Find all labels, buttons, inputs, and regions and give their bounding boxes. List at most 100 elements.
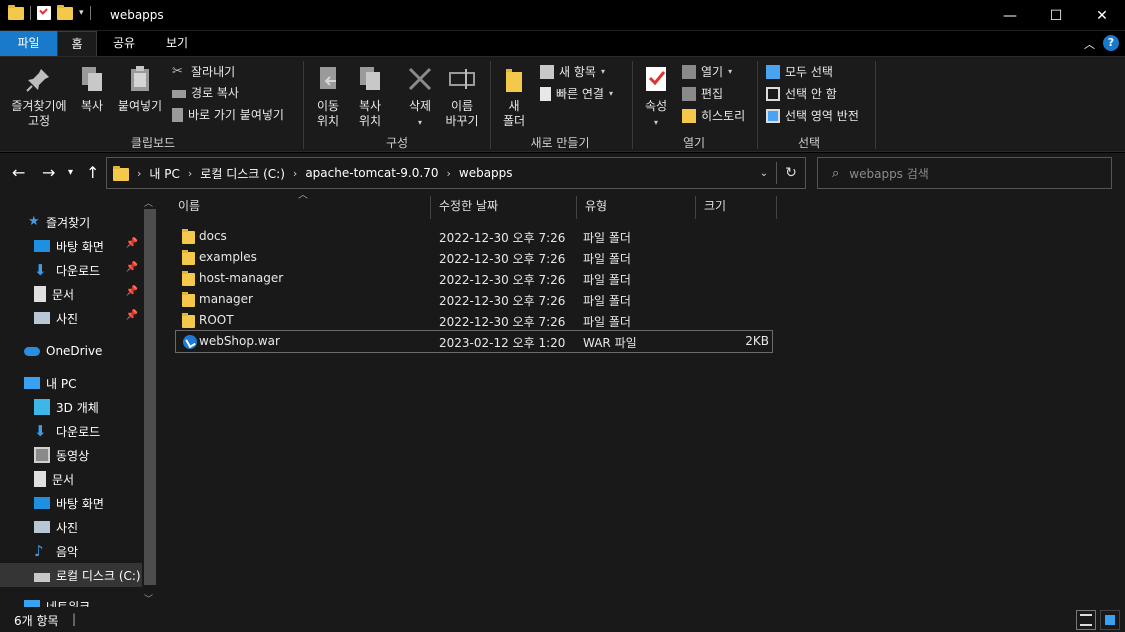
star-icon: ★ — [28, 214, 40, 229]
copy-button[interactable]: 복사 — [76, 63, 108, 114]
file-name: ROOT — [199, 313, 234, 327]
file-modified: 2022-12-30 오후 7:26 — [439, 315, 566, 329]
nav-quick-downloads[interactable]: ⬇ 다운로드 📌 — [0, 258, 142, 282]
clipboard-group-label: 클립보드 — [130, 136, 176, 150]
forward-button[interactable]: → — [42, 163, 55, 182]
move-to-button[interactable]: 이동 위치 — [310, 63, 346, 129]
file-row-root[interactable]: ROOT 2022-12-30 오후 7:26 파일 폴더 — [175, 310, 773, 331]
new-folder-qat-icon[interactable] — [57, 4, 73, 20]
help-icon[interactable]: ? — [1103, 35, 1119, 51]
folder-icon — [113, 166, 129, 181]
column-header-modified[interactable]: 수정한 날짜 — [431, 193, 576, 220]
details-view-button[interactable] — [1076, 610, 1096, 630]
file-name: manager — [199, 292, 253, 306]
tab-file[interactable]: 파일 — [0, 31, 57, 56]
close-button[interactable]: ✕ — [1079, 0, 1125, 31]
tab-view[interactable]: 보기 — [157, 31, 197, 56]
up-button[interactable]: ↑ — [86, 163, 99, 182]
nav-scrollbar[interactable]: ︿ ﹀ — [142, 193, 158, 607]
column-divider[interactable] — [776, 196, 777, 219]
nav-quick-pictures[interactable]: 사진 📌 — [0, 306, 142, 330]
pin-icon: 📌 — [125, 310, 138, 321]
tab-share[interactable]: 공유 — [104, 31, 144, 56]
nav-desktop[interactable]: 바탕 화면 — [0, 491, 142, 515]
address-bar[interactable]: › 내 PC › 로컬 디스크 (C:) › apache-tomcat-9.0… — [106, 157, 806, 189]
easy-access-button[interactable]: 빠른 연결 ▾ — [540, 85, 613, 102]
new-folder-button[interactable]: 새 폴더 — [496, 63, 532, 129]
paste-button[interactable]: 붙여넣기 — [114, 63, 166, 114]
minimize-button[interactable]: — — [987, 0, 1033, 31]
nav-3d-objects[interactable]: 3D 개체 — [0, 395, 142, 419]
properties-button[interactable]: 속성 ▾ — [638, 63, 674, 130]
properties-qat-icon[interactable] — [37, 6, 51, 20]
breadcrumb-local-disk[interactable]: 로컬 디스크 (C:) — [200, 165, 285, 182]
refresh-icon[interactable]: ↻ — [777, 165, 805, 181]
nav-music[interactable]: ♪ 음악 — [0, 539, 142, 563]
file-modified: 2023-02-12 오후 1:20 — [439, 336, 566, 350]
cut-button[interactable]: ✂ 잘라내기 — [172, 63, 235, 80]
item-count: 6개 항목 — [14, 614, 59, 628]
file-row-docs[interactable]: docs 2022-12-30 오후 7:26 파일 폴더 — [175, 226, 773, 247]
rename-icon — [446, 63, 478, 95]
nav-this-pc[interactable]: 내 PC — [0, 371, 142, 395]
large-icons-view-button[interactable] — [1100, 610, 1120, 630]
file-row-examples[interactable]: examples 2022-12-30 오후 7:26 파일 폴더 — [175, 247, 773, 268]
search-box[interactable]: ⌕ webapps 검색 — [817, 157, 1112, 189]
folder-icon — [182, 313, 195, 328]
customize-qat-dropdown-icon[interactable]: ▾ — [79, 8, 84, 18]
file-row-webshop-war[interactable]: webShop.war 2023-02-12 오후 1:20 WAR 파일 2K… — [175, 330, 773, 353]
copy-path-button[interactable]: 경로 복사 — [172, 84, 239, 101]
open-button[interactable]: 열기 ▾ — [682, 63, 732, 80]
recent-locations-button[interactable]: ▾ — [68, 167, 73, 178]
nav-network[interactable]: 네트워크 — [0, 594, 142, 607]
column-header-size[interactable]: 크기 — [696, 193, 776, 220]
history-button[interactable]: 히스토리 — [682, 107, 745, 124]
rename-button[interactable]: 이름 바꾸기 — [442, 63, 482, 129]
scroll-down-icon[interactable]: ﹀ — [144, 592, 153, 605]
details-view-icon — [1080, 614, 1092, 626]
back-button[interactable]: ← — [12, 163, 25, 182]
scrollbar-thumb[interactable] — [144, 209, 156, 585]
breadcrumb-this-pc[interactable]: 내 PC — [149, 165, 179, 182]
nav-onedrive[interactable]: OneDrive — [0, 339, 142, 363]
chevron-down-icon: ▾ — [68, 167, 74, 178]
delete-button[interactable]: 삭제 ▾ — [402, 63, 438, 130]
select-none-label: 선택 안 함 — [785, 87, 837, 101]
invert-selection-button[interactable]: 선택 영역 반전 — [766, 107, 859, 124]
edit-button[interactable]: 편집 — [682, 85, 723, 102]
file-type: 파일 폴더 — [583, 252, 631, 266]
new-item-button[interactable]: 새 항목 ▾ — [540, 63, 605, 80]
nav-documents[interactable]: 문서 — [0, 467, 142, 491]
delete-dropdown-icon[interactable]: ▾ — [418, 118, 422, 127]
file-row-host-manager[interactable]: host-manager 2022-12-30 오후 7:26 파일 폴더 — [175, 268, 773, 289]
select-all-button[interactable]: 모두 선택 — [766, 63, 833, 80]
nav-videos[interactable]: 동영상 — [0, 443, 142, 467]
picture-icon — [34, 312, 50, 324]
tab-home[interactable]: 홈 — [57, 31, 97, 56]
breadcrumb-tomcat[interactable]: apache-tomcat-9.0.70 — [305, 166, 438, 180]
pin-to-quick-access-button[interactable]: 즐겨찾기에 고정 — [6, 63, 72, 129]
properties-dropdown-icon[interactable]: ▾ — [654, 118, 658, 127]
new-item-icon — [540, 64, 554, 79]
breadcrumb-webapps[interactable]: webapps — [459, 166, 513, 180]
maximize-button[interactable]: ☐ — [1033, 0, 1079, 31]
new-folder-label: 새 폴더 — [502, 99, 526, 128]
select-none-button[interactable]: 선택 안 함 — [766, 85, 837, 102]
nav-pictures[interactable]: 사진 — [0, 515, 142, 539]
nav-local-disk[interactable]: 로컬 디스크 (C:) — [0, 563, 142, 587]
nav-quick-documents[interactable]: 문서 📌 — [0, 282, 142, 306]
address-history-dropdown-icon[interactable]: ⌄ — [752, 168, 776, 179]
collapse-ribbon-icon[interactable]: ︿ — [1084, 36, 1095, 52]
paste-shortcut-button[interactable]: 바로 가기 붙여넣기 — [172, 106, 284, 123]
copy-to-button[interactable]: 복사 위치 — [352, 63, 388, 129]
nav-downloads[interactable]: ⬇ 다운로드 — [0, 419, 142, 443]
nav-quick-desktop[interactable]: 바탕 화면 📌 — [0, 234, 142, 258]
column-header-name[interactable]: 이름 — [170, 193, 428, 220]
move-to-label: 이동 위치 — [316, 99, 340, 128]
nav-quick-access[interactable]: ★ 즐겨찾기 — [0, 210, 142, 234]
column-header-type[interactable]: 유형 — [577, 193, 695, 220]
file-row-manager[interactable]: manager 2022-12-30 오후 7:26 파일 폴더 — [175, 289, 773, 310]
scroll-up-icon[interactable]: ︿ — [144, 196, 153, 209]
select-all-icon — [766, 64, 780, 79]
easy-access-icon — [540, 86, 551, 101]
